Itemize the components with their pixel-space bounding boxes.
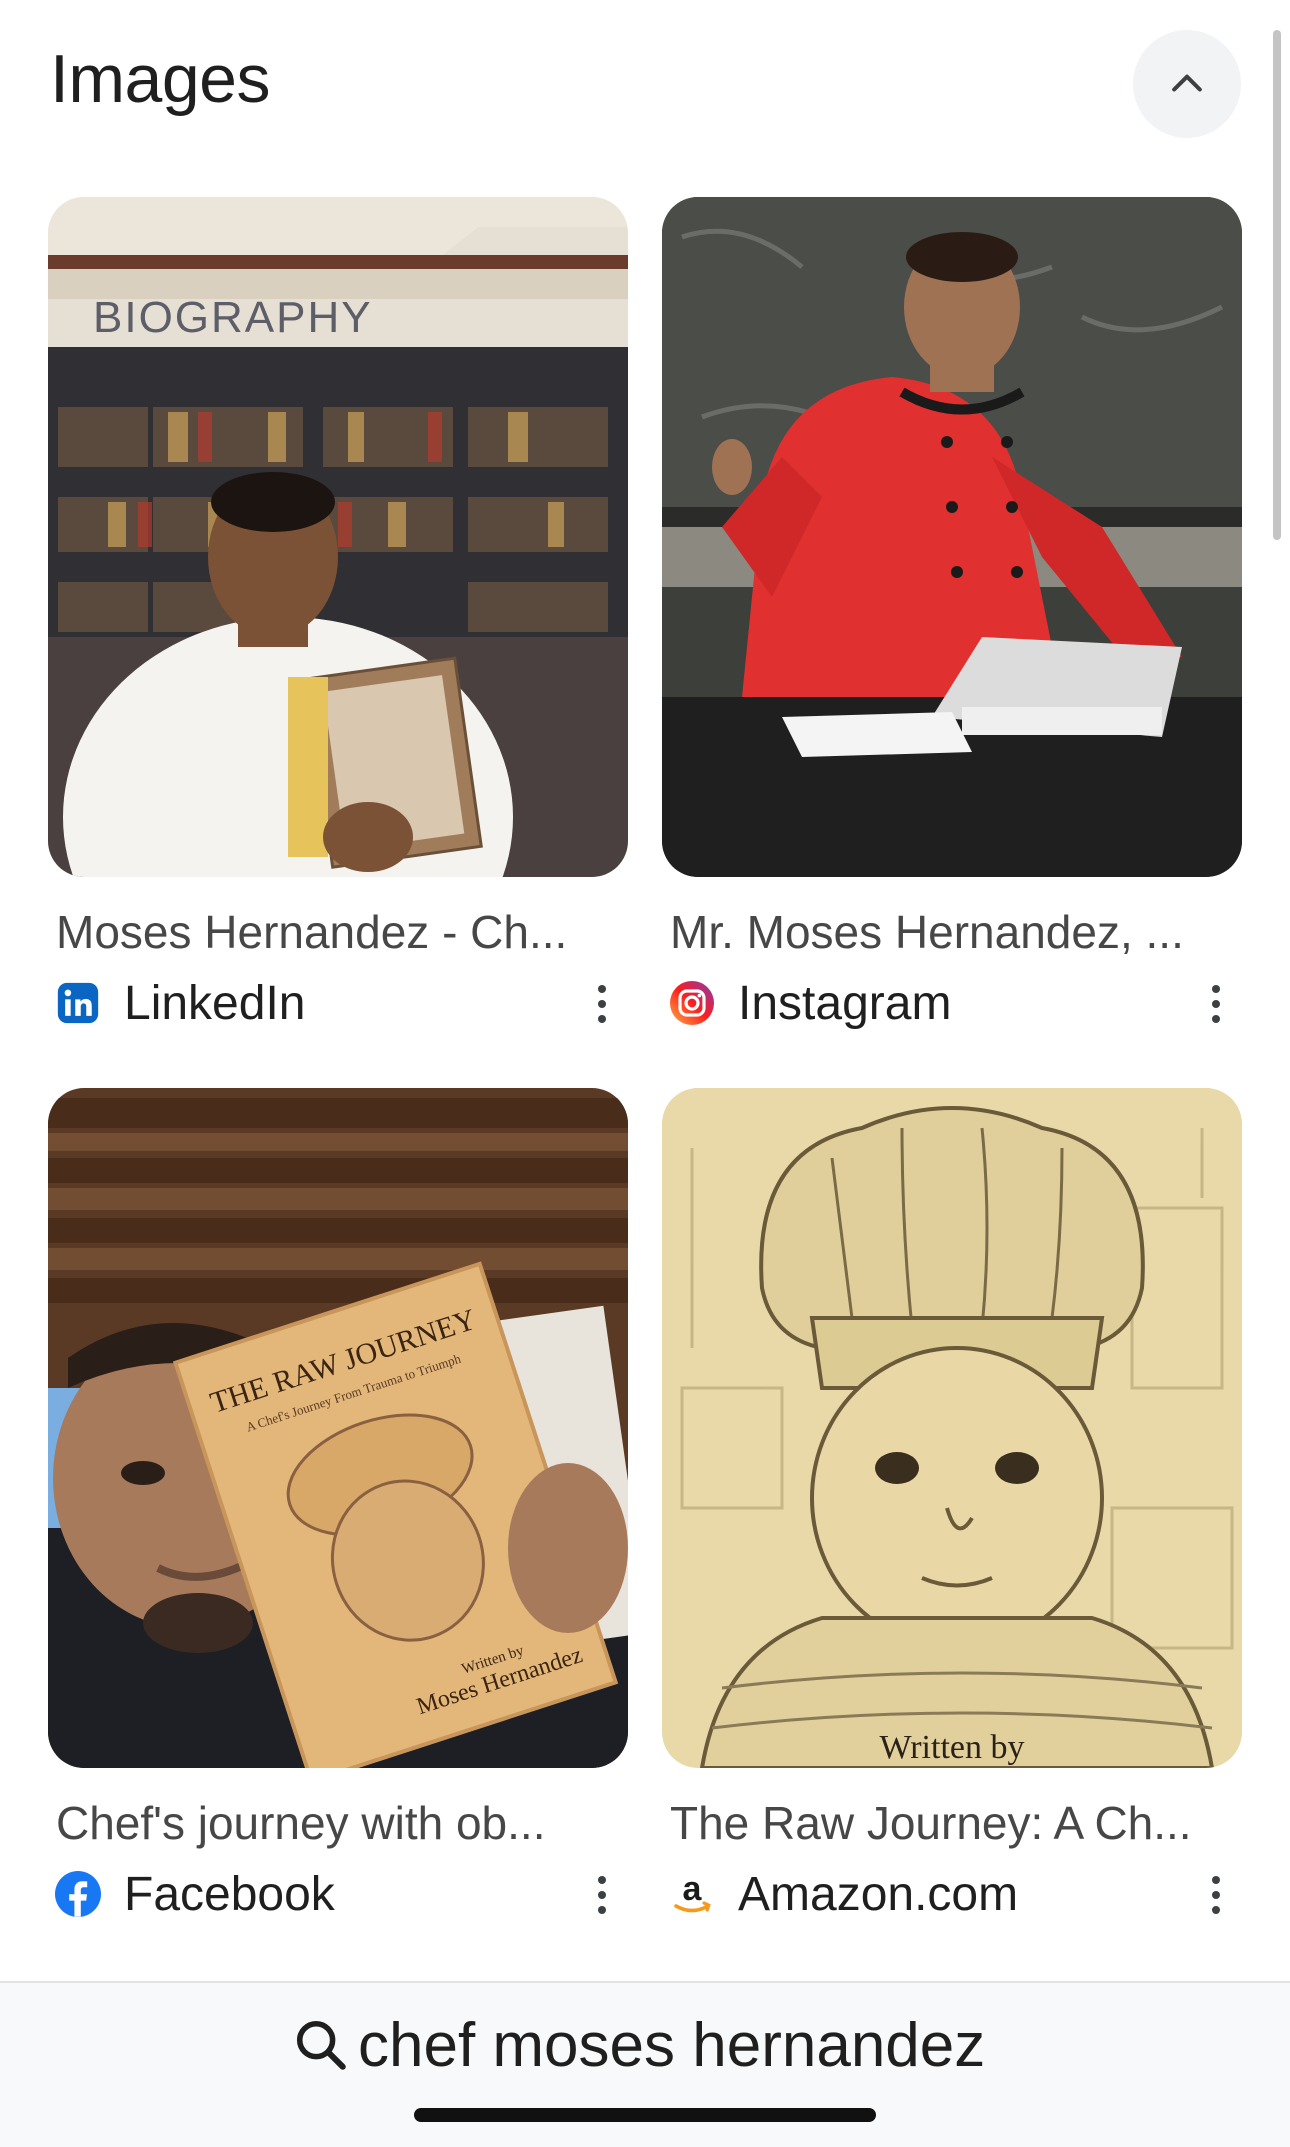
image-source[interactable]: Facebook — [54, 1866, 628, 1922]
home-indicator[interactable] — [414, 2108, 876, 2122]
image-thumbnail[interactable]: BIOGRAPHY — [48, 197, 628, 877]
image-source[interactable]: LinkedIn — [54, 975, 628, 1031]
section-title: Images — [50, 41, 271, 117]
more-options-button[interactable] — [590, 1870, 614, 1920]
cover-written-by: Written by — [880, 1729, 1025, 1766]
image-thumbnail[interactable] — [662, 197, 1242, 877]
image-title[interactable]: The Raw Journey: A Ch... — [670, 1796, 1240, 1850]
more-options-button[interactable] — [1204, 1870, 1228, 1920]
image-source[interactable]: a Amazon.com — [668, 1866, 1242, 1922]
facebook-icon — [54, 1870, 102, 1918]
search-icon — [296, 2020, 346, 2070]
image-title[interactable]: Chef's journey with ob... — [56, 1796, 626, 1850]
image-source[interactable]: Instagram — [668, 975, 1242, 1031]
source-name: Instagram — [738, 976, 952, 1030]
source-name: Amazon.com — [738, 1867, 1019, 1921]
source-name: LinkedIn — [124, 976, 306, 1030]
image-thumbnail[interactable]: THE RAW JOURNEY A Chef's Journey From Tr… — [48, 1088, 628, 1768]
collapse-button[interactable] — [1133, 30, 1241, 138]
search-query-text: chef moses hernandez — [358, 2010, 986, 2080]
chevron-up-icon — [1172, 74, 1202, 92]
search-query-chip[interactable]: chef moses hernandez — [292, 2005, 985, 2085]
amazon-icon: a — [668, 1870, 716, 1918]
scrollbar[interactable] — [1273, 30, 1281, 540]
more-options-button[interactable] — [1204, 979, 1228, 1029]
image-title[interactable]: Mr. Moses Hernandez, ... — [670, 905, 1240, 959]
source-name: Facebook — [124, 1867, 335, 1921]
bottom-search-bar: chef moses hernandez — [0, 1981, 1290, 2147]
image-title[interactable]: Moses Hernandez - Ch... — [56, 905, 626, 959]
instagram-icon — [668, 979, 716, 1027]
more-options-button[interactable] — [590, 979, 614, 1029]
svg-text:a: a — [683, 1870, 703, 1908]
biography-sign: BIOGRAPHY — [93, 293, 373, 342]
linkedin-icon — [54, 979, 102, 1027]
image-thumbnail[interactable]: Written by — [662, 1088, 1242, 1768]
